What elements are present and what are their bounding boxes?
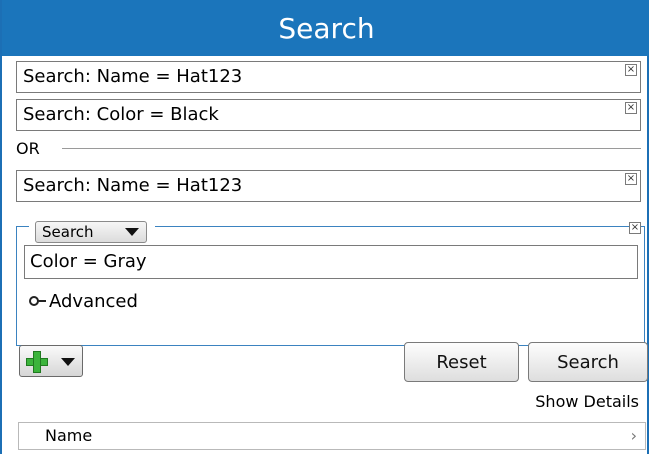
search-type-value: Search	[42, 223, 94, 241]
criterion-text: Search: Name = Hat123	[23, 66, 243, 87]
close-icon[interactable]: ×	[625, 64, 637, 76]
column-header-name[interactable]: Name	[45, 423, 92, 449]
reset-button[interactable]: Reset	[404, 342, 519, 382]
expand-toggle-icon	[29, 295, 47, 307]
close-icon[interactable]: ×	[629, 222, 641, 234]
criteria-input[interactable]: Color = Gray	[24, 245, 638, 279]
chevron-down-icon	[125, 228, 139, 236]
or-separator: OR	[16, 136, 641, 160]
divider-line	[61, 147, 641, 149]
search-button[interactable]: Search	[528, 342, 648, 382]
criteria-group: Search × Color = Gray Advanced	[16, 221, 645, 346]
close-icon[interactable]: ×	[625, 173, 637, 185]
advanced-label: Advanced	[49, 290, 138, 312]
panel-title: Search	[2, 0, 649, 56]
criterion-color[interactable]: Search: Color = Black ×	[16, 99, 641, 131]
close-icon[interactable]: ×	[625, 102, 637, 114]
advanced-toggle[interactable]: Advanced	[29, 289, 138, 313]
chevron-right-icon[interactable]: ›	[631, 423, 637, 449]
title-text: Search	[278, 11, 375, 45]
chevron-down-icon	[61, 358, 75, 366]
criterion-name-or[interactable]: Search: Name = Hat123 ×	[16, 170, 641, 202]
results-grid-header: Name ›	[18, 422, 646, 450]
or-label: OR	[16, 138, 40, 158]
criterion-name[interactable]: Search: Name = Hat123 ×	[16, 61, 641, 93]
add-criteria-button[interactable]	[19, 345, 83, 377]
search-type-select[interactable]: Search	[35, 221, 147, 243]
criterion-text: Search: Name = Hat123	[23, 175, 243, 196]
show-details-link[interactable]: Show Details	[535, 392, 639, 411]
criteria-input-value: Color = Gray	[30, 251, 147, 272]
search-panel: Search Search: Name = Hat123 × Search: C…	[0, 0, 649, 454]
plus-icon	[26, 351, 48, 373]
criterion-text: Search: Color = Black	[23, 104, 219, 125]
